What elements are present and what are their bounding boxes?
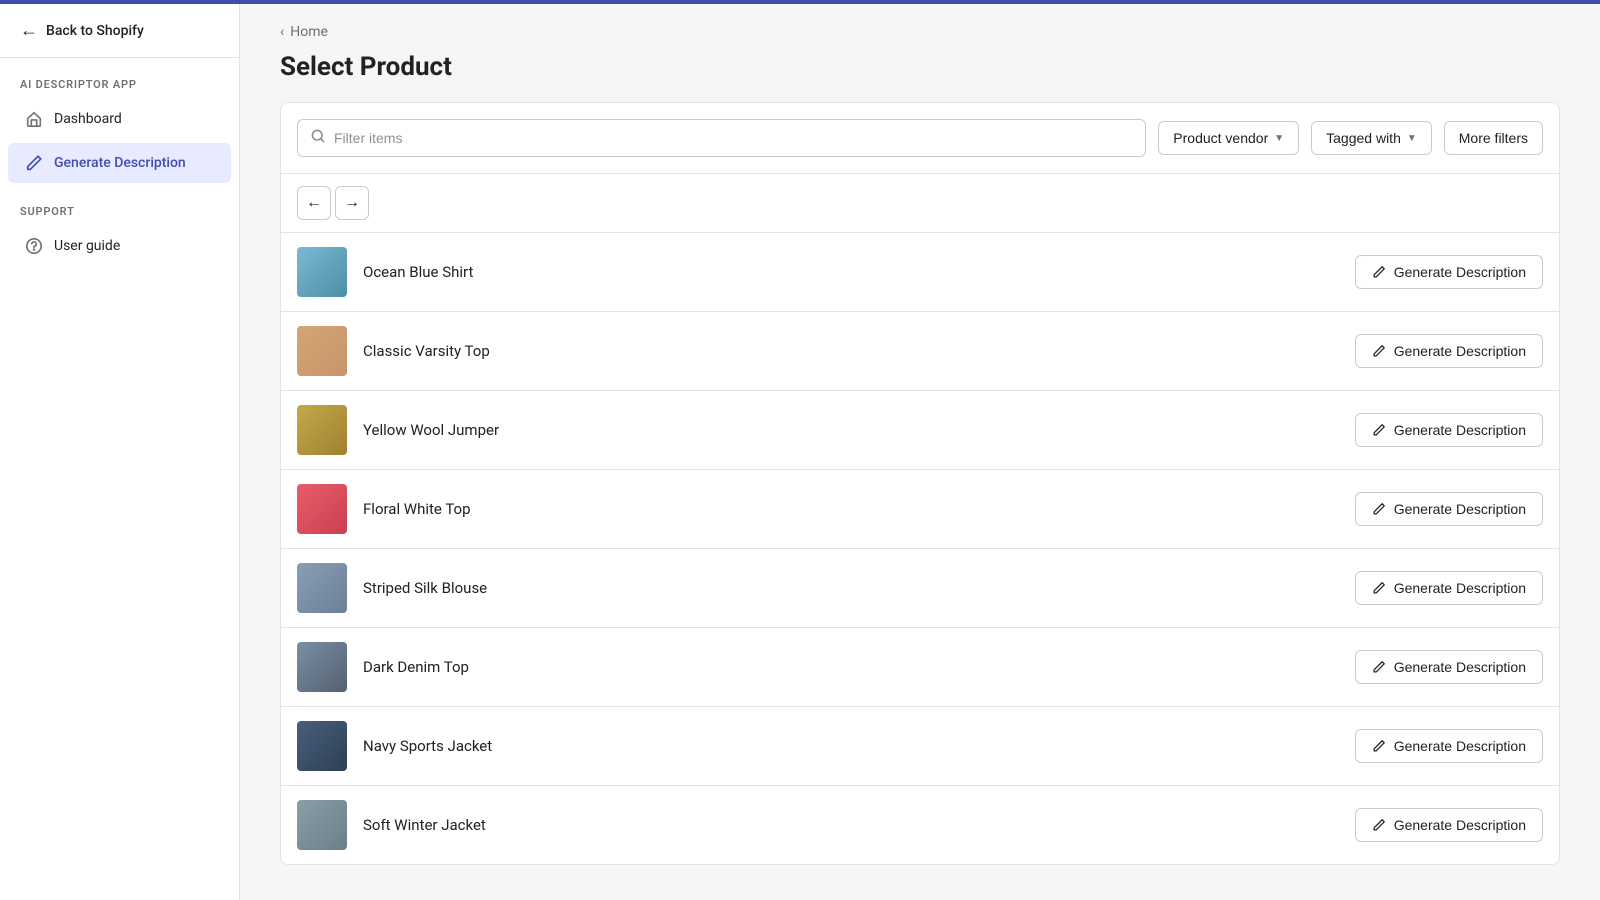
sidebar-item-generate[interactable]: Generate Description	[8, 143, 231, 183]
product-row: Ocean Blue Shirt Generate Description	[281, 233, 1559, 312]
breadcrumb[interactable]: ‹ Home	[280, 24, 1560, 40]
generate-description-label: Generate Description	[1394, 580, 1526, 596]
generate-description-button[interactable]: Generate Description	[1355, 413, 1543, 447]
more-filters-button[interactable]: More filters	[1444, 121, 1543, 155]
sidebar: ← Back to Shopify AI DESCRIPTOR APP Dash…	[0, 4, 240, 900]
product-vendor-label: Product vendor	[1173, 130, 1268, 146]
generate-description-button[interactable]: Generate Description	[1355, 808, 1543, 842]
search-input[interactable]	[334, 130, 1133, 146]
sidebar-item-dashboard-label: Dashboard	[54, 111, 122, 127]
product-row: Yellow Wool Jumper Generate Description	[281, 391, 1559, 470]
pencil-small-icon	[1372, 344, 1386, 358]
filter-bar: Product vendor ▼ Tagged with ▼ More filt…	[281, 103, 1559, 174]
generate-description-label: Generate Description	[1394, 422, 1526, 438]
pencil-small-icon	[1372, 581, 1386, 595]
sidebar-item-user-guide-label: User guide	[54, 238, 120, 254]
pencil-small-icon	[1372, 423, 1386, 437]
generate-description-label: Generate Description	[1394, 738, 1526, 754]
breadcrumb-chevron-icon: ‹	[280, 24, 284, 40]
product-name: Striped Silk Blouse	[363, 579, 1339, 597]
generate-description-button[interactable]: Generate Description	[1355, 650, 1543, 684]
search-icon	[310, 128, 326, 148]
pencil-small-icon	[1372, 502, 1386, 516]
product-thumbnail	[297, 405, 347, 455]
question-icon	[24, 236, 44, 256]
sidebar-item-generate-label: Generate Description	[54, 155, 186, 171]
search-wrap[interactable]	[297, 119, 1146, 157]
product-name: Dark Denim Top	[363, 658, 1339, 676]
product-row: Classic Varsity Top Generate Description	[281, 312, 1559, 391]
product-name: Floral White Top	[363, 500, 1339, 518]
app-section-label: AI DESCRIPTOR APP	[0, 58, 239, 97]
generate-description-label: Generate Description	[1394, 501, 1526, 517]
product-row: Navy Sports Jacket Generate Description	[281, 707, 1559, 786]
generate-description-button[interactable]: Generate Description	[1355, 255, 1543, 289]
product-thumbnail	[297, 484, 347, 534]
chevron-down-icon: ▼	[1274, 133, 1284, 144]
generate-description-label: Generate Description	[1394, 659, 1526, 675]
product-row: Floral White Top Generate Description	[281, 470, 1559, 549]
back-arrow-icon: ←	[20, 20, 38, 41]
pencil-icon	[24, 153, 44, 173]
product-thumbnail	[297, 642, 347, 692]
product-name: Yellow Wool Jumper	[363, 421, 1339, 439]
pencil-small-icon	[1372, 660, 1386, 674]
product-list-card: Product vendor ▼ Tagged with ▼ More filt…	[280, 102, 1560, 865]
tagged-with-label: Tagged with	[1326, 130, 1401, 146]
main-content: ‹ Home Select Product Product vendor ▼	[240, 4, 1600, 900]
pagination-bar: ← →	[281, 174, 1559, 233]
product-name: Classic Varsity Top	[363, 342, 1339, 360]
back-label: Back to Shopify	[46, 23, 144, 39]
support-section-label: SUPPORT	[0, 185, 239, 224]
breadcrumb-label: Home	[290, 24, 328, 40]
pencil-small-icon	[1372, 818, 1386, 832]
sidebar-item-dashboard[interactable]: Dashboard	[8, 99, 231, 139]
prev-page-button[interactable]: ←	[297, 186, 331, 220]
product-row: Soft Winter Jacket Generate Description	[281, 786, 1559, 864]
generate-description-button[interactable]: Generate Description	[1355, 729, 1543, 763]
product-thumbnail	[297, 326, 347, 376]
product-list: Ocean Blue Shirt Generate Description Cl…	[281, 233, 1559, 864]
product-thumbnail	[297, 563, 347, 613]
top-bar	[0, 0, 1600, 4]
product-name: Navy Sports Jacket	[363, 737, 1339, 755]
generate-description-label: Generate Description	[1394, 817, 1526, 833]
product-thumbnail	[297, 721, 347, 771]
product-name: Ocean Blue Shirt	[363, 263, 1339, 281]
product-thumbnail	[297, 247, 347, 297]
generate-description-button[interactable]: Generate Description	[1355, 334, 1543, 368]
generate-description-button[interactable]: Generate Description	[1355, 571, 1543, 605]
generate-description-button[interactable]: Generate Description	[1355, 492, 1543, 526]
pencil-small-icon	[1372, 265, 1386, 279]
generate-description-label: Generate Description	[1394, 343, 1526, 359]
tagged-with-filter[interactable]: Tagged with ▼	[1311, 121, 1432, 155]
product-vendor-filter[interactable]: Product vendor ▼	[1158, 121, 1299, 155]
back-to-shopify[interactable]: ← Back to Shopify	[0, 4, 239, 58]
product-thumbnail	[297, 800, 347, 850]
product-row: Dark Denim Top Generate Description	[281, 628, 1559, 707]
product-row: Striped Silk Blouse Generate Description	[281, 549, 1559, 628]
home-icon	[24, 109, 44, 129]
page-title: Select Product	[280, 52, 1560, 82]
sidebar-item-user-guide[interactable]: User guide	[8, 226, 231, 266]
pencil-small-icon	[1372, 739, 1386, 753]
chevron-down-icon-2: ▼	[1407, 133, 1417, 144]
next-page-button[interactable]: →	[335, 186, 369, 220]
generate-description-label: Generate Description	[1394, 264, 1526, 280]
product-name: Soft Winter Jacket	[363, 816, 1339, 834]
more-filters-label: More filters	[1459, 130, 1528, 146]
